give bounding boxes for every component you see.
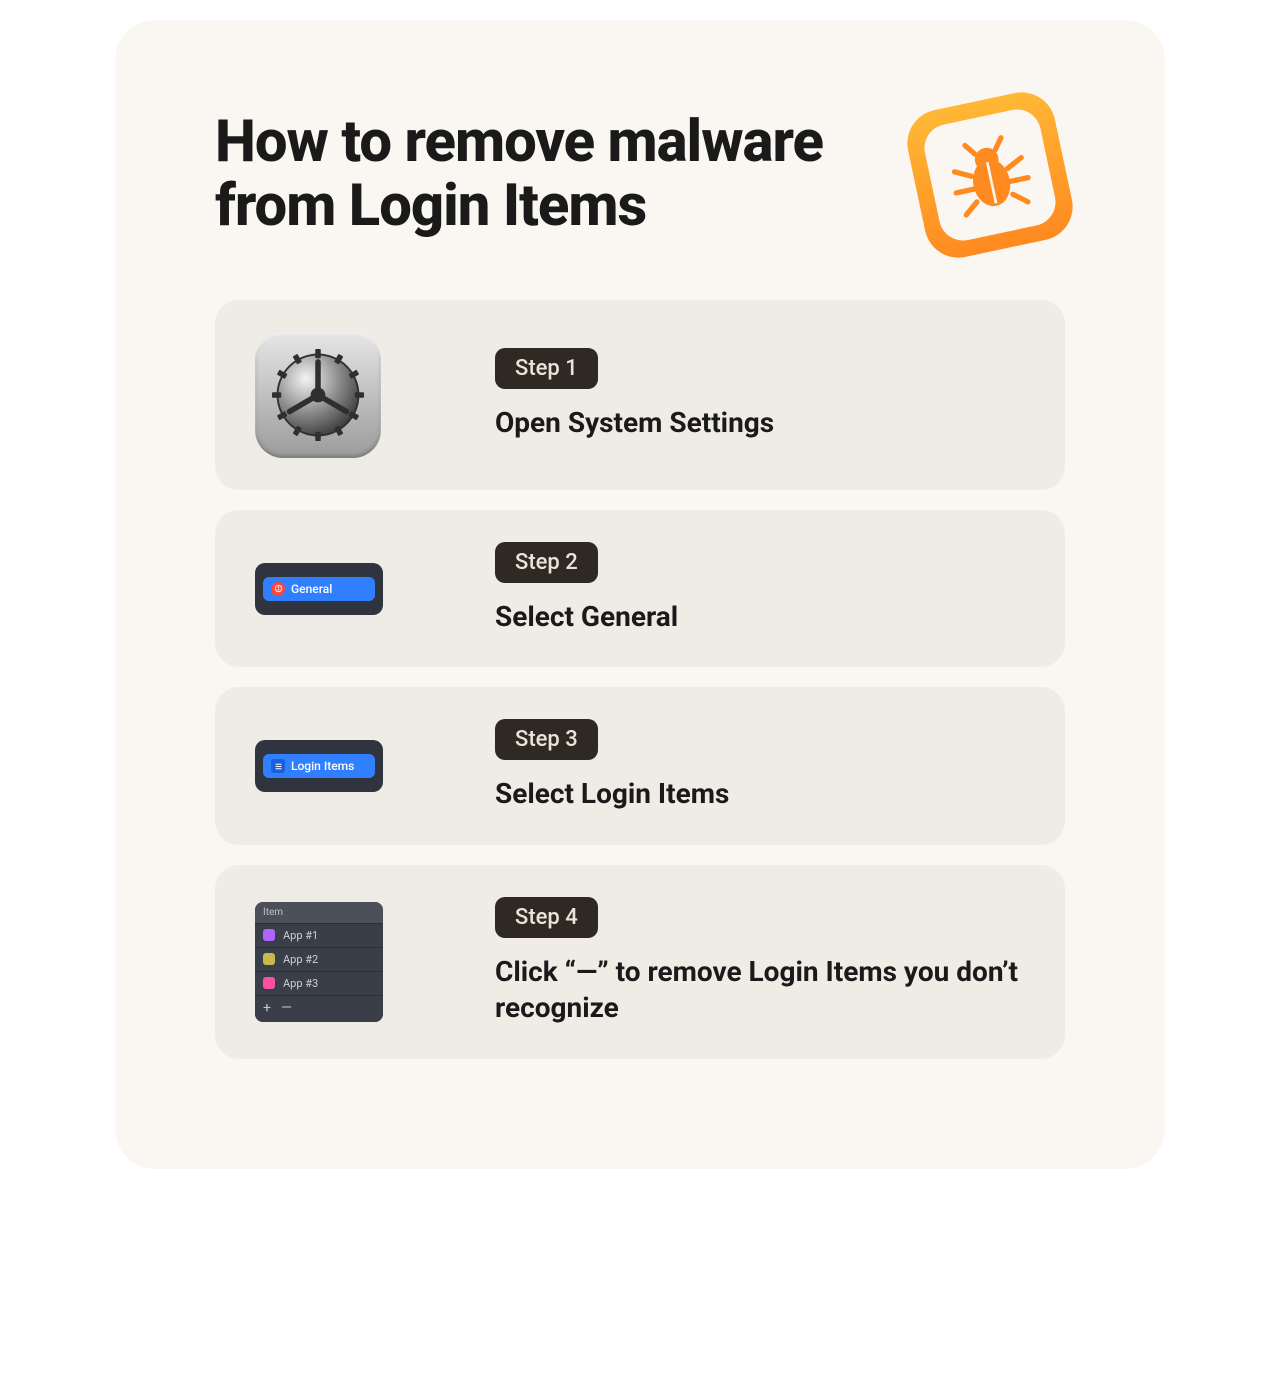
step-description: Click “—” to remove Login Items you don’… xyxy=(495,954,1025,1027)
app-swatch-icon xyxy=(263,977,275,989)
login-items-list: Item App #1 App #2 App #3 + — xyxy=(255,902,383,1022)
list-item-label: App #3 xyxy=(283,977,318,990)
add-button[interactable]: + xyxy=(263,1000,271,1016)
header: How to remove malware from Login Items xyxy=(215,100,1065,250)
list-header: Item xyxy=(255,902,383,923)
list-item-label: App #1 xyxy=(283,929,318,942)
sidebar-item-label: General xyxy=(291,582,332,596)
step-badge: Step 4 xyxy=(495,897,598,938)
bug-icon xyxy=(940,125,1040,225)
sidebar-mock-login-items: Login Items xyxy=(255,740,383,792)
step-badge: Step 3 xyxy=(495,719,598,760)
remove-button[interactable]: — xyxy=(281,1000,292,1016)
system-settings-icon xyxy=(255,332,381,458)
step-4: Item App #1 App #2 App #3 + — xyxy=(215,865,1065,1059)
step-badge: Step 2 xyxy=(495,542,598,583)
list-item: App #2 xyxy=(255,947,383,971)
general-icon xyxy=(271,582,285,596)
step-description: Select Login Items xyxy=(495,776,1025,812)
step-description: Select General xyxy=(495,599,1025,635)
step-badge: Step 1 xyxy=(495,348,598,389)
step-1: Step 1 Open System Settings xyxy=(215,300,1065,490)
step-description: Open System Settings xyxy=(495,405,1025,441)
sidebar-item-general: General xyxy=(263,577,375,601)
malware-bug-icon xyxy=(901,86,1079,264)
list-item: App #1 xyxy=(255,923,383,947)
app-swatch-icon xyxy=(263,929,275,941)
step-2: General Step 2 Select General xyxy=(215,510,1065,667)
infographic-card: How to remove malware from Login Items xyxy=(115,20,1165,1169)
list-item: App #3 xyxy=(255,971,383,995)
page-title: How to remove malware from Login Items xyxy=(215,111,895,239)
sidebar-item-login-items: Login Items xyxy=(263,754,375,778)
sidebar-mock-general: General xyxy=(255,563,383,615)
app-swatch-icon xyxy=(263,953,275,965)
step-3: Login Items Step 3 Select Login Items xyxy=(215,687,1065,844)
sidebar-item-label: Login Items xyxy=(291,759,354,773)
list-item-label: App #2 xyxy=(283,953,318,966)
list-icon xyxy=(271,759,285,773)
